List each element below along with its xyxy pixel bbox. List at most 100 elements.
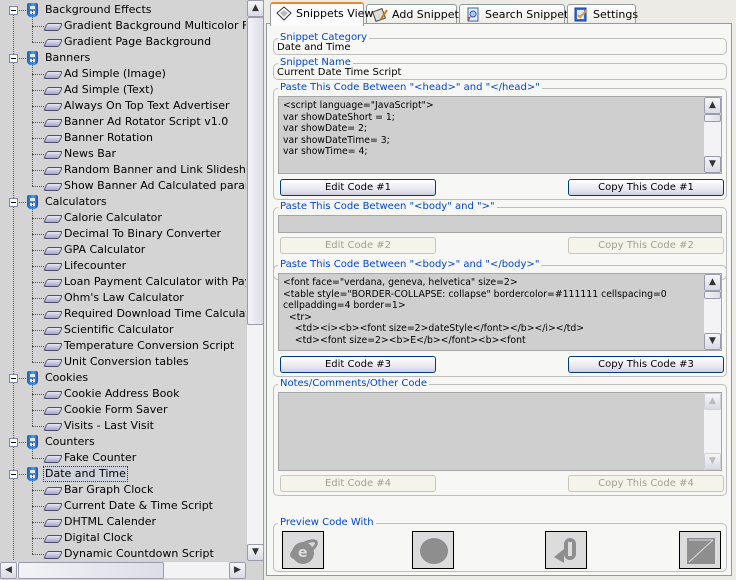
collapse-toggle-icon[interactable]: [9, 54, 18, 63]
tree-item[interactable]: Temperature Conversion Script: [0, 330, 246, 354]
preview-internet-explorer-button[interactable]: e: [282, 531, 324, 569]
tree-connector-line: [32, 522, 33, 538]
scroll-down-button[interactable]: ▼: [247, 544, 264, 561]
tab-settings[interactable]: Settings: [567, 4, 638, 25]
scroll-thumb[interactable]: [18, 562, 164, 579]
body-code-text: <font face="verdana, geneva, helvetica" …: [283, 277, 667, 346]
collapse-toggle-icon[interactable]: [9, 198, 18, 207]
tree-connector-line: [32, 234, 33, 250]
copy-code-1-button[interactable]: Copy This Code #1: [568, 179, 724, 196]
scroll-up-button[interactable]: ▲: [704, 393, 721, 410]
edit-code-2-button[interactable]: Edit Code #2: [280, 237, 436, 254]
tree-item[interactable]: Digital Clock: [0, 522, 246, 546]
preview-opera-button[interactable]: [412, 531, 454, 569]
tree-item[interactable]: Bar Graph Clock: [0, 474, 246, 498]
body-attr-code-textarea[interactable]: [278, 215, 722, 233]
tree-item[interactable]: Banner Rotation: [0, 122, 246, 146]
tree-item[interactable]: Dynamic Countdown Script: [0, 538, 246, 561]
head-code-textarea[interactable]: <script language="JavaScript"> var showD…: [278, 96, 722, 174]
tree-connector-line: [32, 282, 33, 298]
tree-item[interactable]: Cookie Address Book: [0, 378, 246, 402]
code-scrollbar[interactable]: ▲ ▼: [704, 97, 721, 173]
tree-item[interactable]: Calorie Calculator: [0, 202, 246, 226]
tab-search-snippets[interactable]: Search Snippets: [459, 4, 574, 25]
scroll-left-button[interactable]: ◀: [0, 562, 17, 579]
tree-item[interactable]: Gradient Background Multicolor Fader: [0, 10, 246, 34]
collapse-toggle-icon[interactable]: [9, 6, 18, 15]
scroll-up-button[interactable]: ▲: [704, 97, 721, 114]
tree-item[interactable]: Cookie Form Saver: [0, 394, 246, 418]
snippet-icon: [43, 151, 63, 159]
tree-item[interactable]: Gradient Page Background: [0, 26, 246, 50]
snippet-tree[interactable]: Background Effects Gradient Background Mu…: [0, 0, 246, 561]
tree-item[interactable]: Random Banner and Link Slideshow: [0, 154, 246, 178]
scroll-down-button[interactable]: ▼: [704, 453, 721, 470]
tree-item[interactable]: News Bar: [0, 138, 246, 162]
tree-item[interactable]: Ohm's Law Calculator: [0, 282, 246, 306]
tree-horizontal-scrollbar[interactable]: ◀ ▶: [0, 561, 246, 579]
tree-connector-line: [32, 554, 44, 555]
tree-item[interactable]: Visits - Last Visit: [0, 410, 246, 434]
body-code-textarea[interactable]: <font face="verdana, geneva, helvetica" …: [278, 273, 722, 351]
tree-item[interactable]: Current Date & Time Script: [0, 490, 246, 514]
preview-netscape-button[interactable]: [545, 531, 587, 569]
preview-label: Preview Code With: [278, 517, 376, 529]
tree-category[interactable]: Background Effects: [0, 2, 246, 18]
tree-connector-line: [19, 442, 26, 443]
tree-connector-line: [32, 410, 44, 411]
tree-item[interactable]: Banner Ad Rotator Script v1.0: [0, 106, 246, 130]
tree-connector-line: [32, 426, 44, 427]
tree-item[interactable]: Ad Simple (Image): [0, 58, 246, 82]
scroll-thumb[interactable]: [704, 291, 721, 299]
tree-item[interactable]: Required Download Time Calculator: [0, 298, 246, 322]
tree-category[interactable]: Date and Time: [0, 466, 246, 482]
tree-category[interactable]: Cookies: [0, 370, 246, 386]
copy-code-4-button[interactable]: Copy This Code #4: [568, 475, 724, 492]
tree-item[interactable]: Decimal To Binary Converter: [0, 218, 246, 242]
tree-connector-line: [32, 74, 44, 75]
tree-item[interactable]: Scientific Calculator: [0, 314, 246, 338]
edit-code-3-button[interactable]: Edit Code #3: [280, 356, 436, 373]
tree-item[interactable]: Lifecounter: [0, 250, 246, 274]
scroll-up-button[interactable]: ▲: [247, 0, 264, 17]
tree-item-label: Decimal To Binary Converter: [64, 227, 222, 240]
tree-item[interactable]: GPA Calculator: [0, 234, 246, 258]
tree-item[interactable]: Ad Simple (Text): [0, 74, 246, 98]
collapse-toggle-icon[interactable]: [9, 470, 18, 479]
notes-textarea[interactable]: ▲ ▼: [278, 392, 722, 471]
scroll-thumb[interactable]: [704, 114, 721, 122]
tree-item-label: Bar Graph Clock: [64, 483, 154, 496]
tree-category[interactable]: Calculators: [0, 194, 246, 210]
tree-category[interactable]: Banners: [0, 50, 246, 66]
collapse-toggle-icon[interactable]: [9, 438, 18, 447]
tree-connector-line: [19, 378, 26, 379]
notes-scrollbar[interactable]: ▲ ▼: [704, 393, 721, 470]
tab-add-snippets[interactable]: Add Snippets: [366, 4, 465, 25]
preview-other-browser-button[interactable]: [679, 531, 721, 569]
tab-snippets-view[interactable]: Snippets View: [270, 2, 373, 26]
snippet-icon: [43, 519, 63, 527]
copy-code-2-button[interactable]: Copy This Code #2: [568, 237, 724, 254]
tree-item-label: News Bar: [64, 147, 117, 160]
snippet-name-group: Snippet Name Current Date Time Script: [273, 57, 727, 80]
tree-item[interactable]: Unit Conversion tables: [0, 346, 246, 370]
tree-item[interactable]: DHTML Calender: [0, 506, 246, 530]
scroll-down-button[interactable]: ▼: [704, 156, 721, 173]
scroll-up-button[interactable]: ▲: [704, 274, 721, 291]
tree-item[interactable]: Fake Counter: [0, 442, 246, 466]
scroll-down-button[interactable]: ▼: [704, 333, 721, 350]
tree-item[interactable]: Loan Payment Calculator with Payment: [0, 266, 246, 290]
edit-code-1-button[interactable]: Edit Code #1: [280, 179, 436, 196]
tree-category[interactable]: Counters: [0, 434, 246, 450]
notes-group: Notes/Comments/Other Code ▲ ▼ Edit Code …: [273, 378, 727, 496]
scroll-right-button[interactable]: ▶: [229, 562, 246, 579]
collapse-toggle-icon[interactable]: [9, 374, 18, 383]
copy-code-3-button[interactable]: Copy This Code #3: [568, 356, 724, 373]
tree-vertical-scrollbar[interactable]: ▲ ▼: [246, 0, 264, 561]
edit-code-4-button[interactable]: Edit Code #4: [280, 475, 436, 492]
tree-item[interactable]: Show Banner Ad Calculated paramter: [0, 170, 246, 194]
body-code-label: Paste This Code Between "<body>" and "</…: [278, 259, 542, 271]
code-scrollbar[interactable]: ▲ ▼: [704, 274, 721, 350]
tree-item[interactable]: Always On Top Text Advertiser: [0, 90, 246, 114]
scroll-thumb[interactable]: [247, 17, 264, 325]
